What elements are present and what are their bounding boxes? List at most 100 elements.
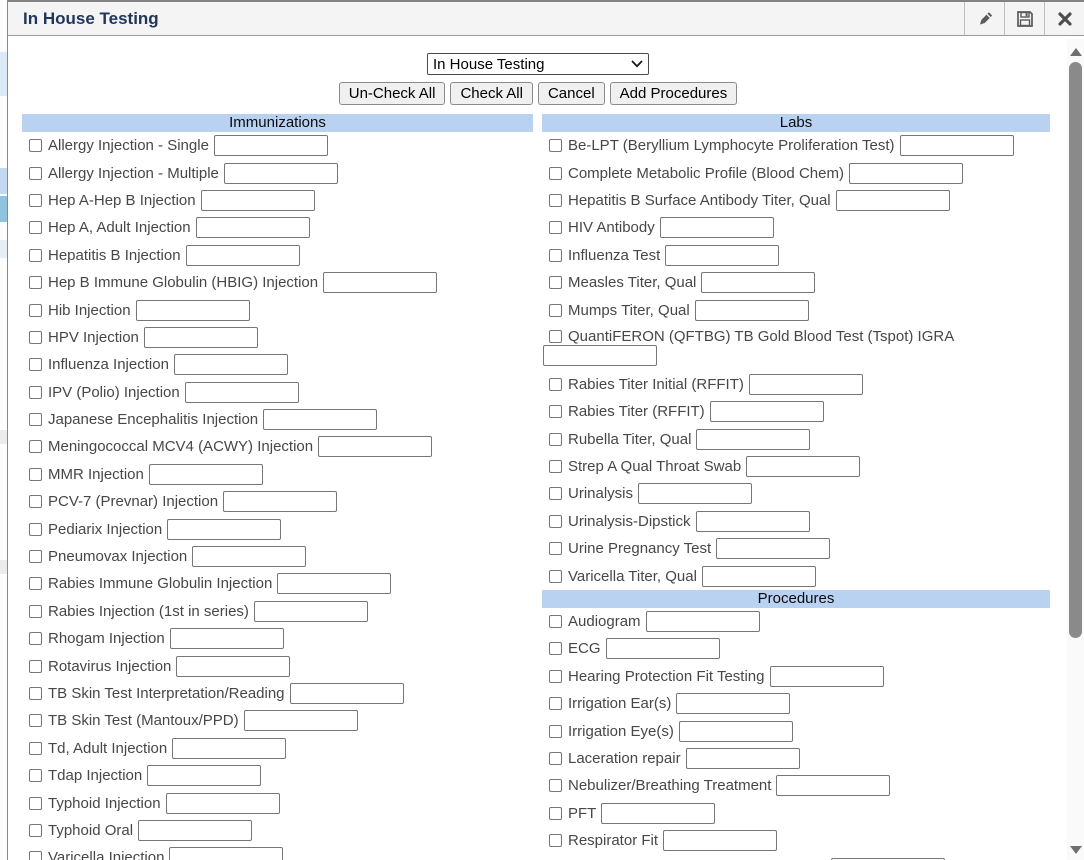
item-checkbox[interactable] xyxy=(29,386,42,399)
item-checkbox[interactable] xyxy=(549,725,562,738)
item-value-input[interactable] xyxy=(686,748,800,769)
item-value-input[interactable] xyxy=(746,456,860,477)
item-value-input[interactable] xyxy=(900,135,1014,156)
item-checkbox[interactable] xyxy=(549,697,562,710)
item-value-input[interactable] xyxy=(702,566,816,587)
item-value-input[interactable] xyxy=(323,272,437,293)
item-value-input[interactable] xyxy=(701,272,815,293)
item-value-input[interactable] xyxy=(147,765,261,786)
cancel-button[interactable]: Cancel xyxy=(538,82,605,105)
item-value-input[interactable] xyxy=(192,546,306,567)
item-checkbox[interactable] xyxy=(29,605,42,618)
item-value-input[interactable] xyxy=(665,245,779,266)
item-value-input[interactable] xyxy=(660,217,774,238)
item-checkbox[interactable] xyxy=(29,249,42,262)
item-checkbox[interactable] xyxy=(549,304,562,317)
item-value-input[interactable] xyxy=(696,511,810,532)
item-checkbox[interactable] xyxy=(549,460,562,473)
item-value-input[interactable] xyxy=(144,327,258,348)
item-checkbox[interactable] xyxy=(29,797,42,810)
item-value-input[interactable] xyxy=(224,163,338,184)
item-value-input[interactable] xyxy=(849,163,963,184)
item-checkbox[interactable] xyxy=(29,358,42,371)
close-button[interactable] xyxy=(1044,2,1084,35)
item-checkbox[interactable] xyxy=(29,440,42,453)
item-checkbox[interactable] xyxy=(29,139,42,152)
item-checkbox[interactable] xyxy=(29,304,42,317)
item-value-input[interactable] xyxy=(138,820,252,841)
edit-button[interactable] xyxy=(964,2,1004,35)
item-value-input[interactable] xyxy=(185,382,299,403)
item-checkbox[interactable] xyxy=(29,742,42,755)
item-value-input[interactable] xyxy=(170,628,284,649)
item-checkbox[interactable] xyxy=(549,330,562,343)
item-checkbox[interactable] xyxy=(549,515,562,528)
item-value-input[interactable] xyxy=(676,693,790,714)
item-value-input[interactable] xyxy=(663,830,777,851)
item-value-input[interactable] xyxy=(290,683,404,704)
item-checkbox[interactable] xyxy=(549,433,562,446)
item-value-input[interactable] xyxy=(646,611,760,632)
item-checkbox[interactable] xyxy=(29,577,42,590)
item-value-input[interactable] xyxy=(149,464,263,485)
item-checkbox[interactable] xyxy=(29,331,42,344)
item-checkbox[interactable] xyxy=(549,276,562,289)
item-checkbox[interactable] xyxy=(549,167,562,180)
item-checkbox[interactable] xyxy=(29,851,42,860)
item-checkbox[interactable] xyxy=(549,194,562,207)
item-checkbox[interactable] xyxy=(29,276,42,289)
item-checkbox[interactable] xyxy=(29,413,42,426)
item-checkbox[interactable] xyxy=(549,807,562,820)
item-checkbox[interactable] xyxy=(29,495,42,508)
item-checkbox[interactable] xyxy=(549,221,562,234)
item-value-input[interactable] xyxy=(601,803,715,824)
item-checkbox[interactable] xyxy=(29,194,42,207)
item-value-input[interactable] xyxy=(254,601,368,622)
item-value-input[interactable] xyxy=(716,538,830,559)
item-value-input[interactable] xyxy=(223,491,337,512)
item-checkbox[interactable] xyxy=(29,824,42,837)
item-checkbox[interactable] xyxy=(549,249,562,262)
item-checkbox[interactable] xyxy=(549,779,562,792)
scrollbar-thumb[interactable] xyxy=(1069,62,1082,638)
item-value-input[interactable] xyxy=(836,190,950,211)
item-checkbox[interactable] xyxy=(29,687,42,700)
item-value-input[interactable] xyxy=(749,374,863,395)
item-value-input[interactable] xyxy=(695,300,809,321)
item-value-input[interactable] xyxy=(277,573,391,594)
item-value-input[interactable] xyxy=(710,401,824,422)
scroll-down-arrow-icon[interactable] xyxy=(1067,841,1084,858)
item-checkbox[interactable] xyxy=(29,550,42,563)
item-value-input[interactable] xyxy=(166,793,280,814)
item-value-input[interactable] xyxy=(201,190,315,211)
item-checkbox[interactable] xyxy=(29,468,42,481)
item-checkbox[interactable] xyxy=(549,642,562,655)
item-value-input[interactable] xyxy=(174,354,288,375)
vertical-scrollbar[interactable] xyxy=(1067,39,1084,860)
save-button[interactable] xyxy=(1004,2,1044,35)
item-value-input[interactable] xyxy=(263,409,377,430)
item-checkbox[interactable] xyxy=(29,167,42,180)
item-value-input[interactable] xyxy=(679,721,793,742)
item-checkbox[interactable] xyxy=(29,632,42,645)
item-checkbox[interactable] xyxy=(549,670,562,683)
item-checkbox[interactable] xyxy=(29,714,42,727)
item-value-input[interactable] xyxy=(136,300,250,321)
item-value-input[interactable] xyxy=(167,519,281,540)
item-checkbox[interactable] xyxy=(549,378,562,391)
item-value-input[interactable] xyxy=(543,345,657,366)
item-value-input[interactable] xyxy=(776,775,890,796)
item-checkbox[interactable] xyxy=(549,405,562,418)
item-checkbox[interactable] xyxy=(549,139,562,152)
add-procedures-button[interactable]: Add Procedures xyxy=(610,82,738,105)
item-value-input[interactable] xyxy=(176,656,290,677)
item-checkbox[interactable] xyxy=(29,523,42,536)
check-all-button[interactable]: Check All xyxy=(450,82,533,105)
item-checkbox[interactable] xyxy=(549,570,562,583)
item-checkbox[interactable] xyxy=(549,752,562,765)
item-checkbox[interactable] xyxy=(29,769,42,782)
item-value-input[interactable] xyxy=(638,483,752,504)
test-category-dropdown[interactable]: In House Testing xyxy=(427,53,649,75)
item-value-input[interactable] xyxy=(172,738,286,759)
item-checkbox[interactable] xyxy=(549,834,562,847)
